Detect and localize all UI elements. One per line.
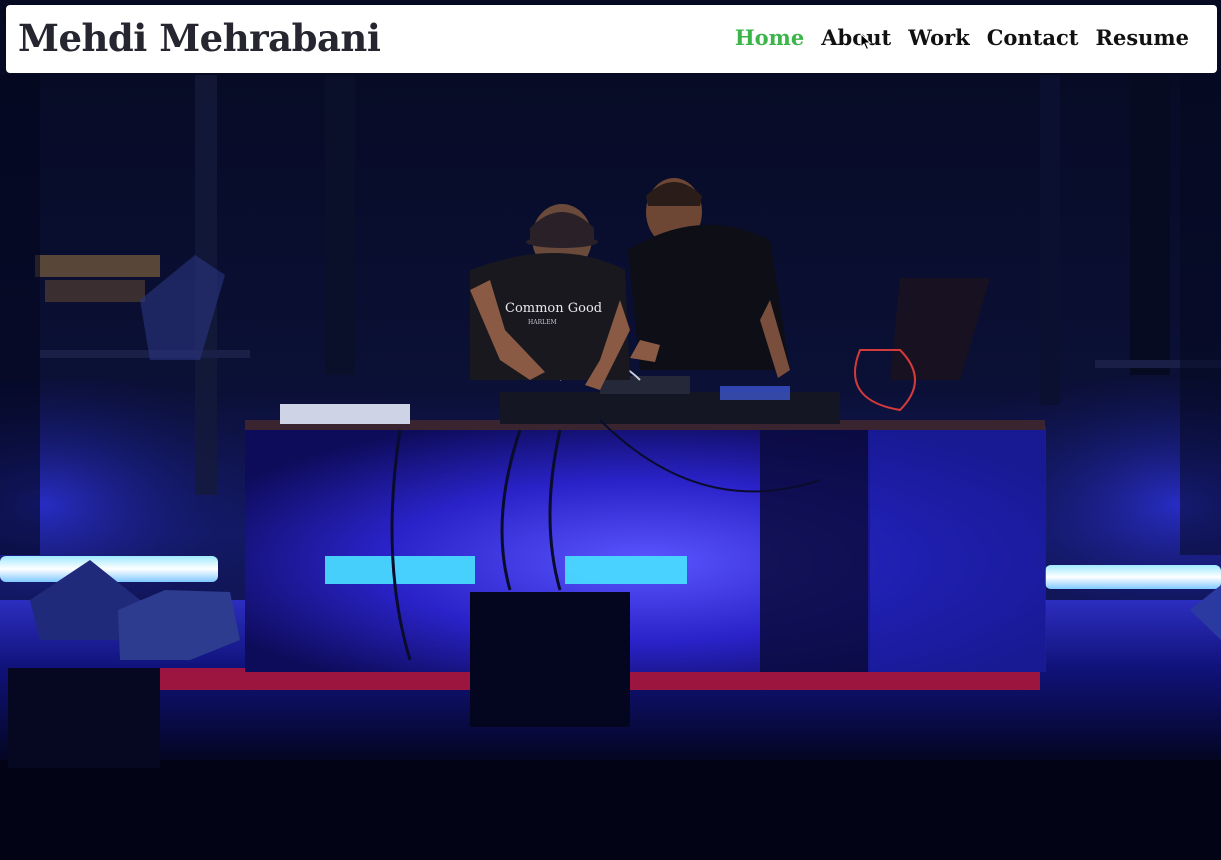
- shirt-print-subtext: HARLEM: [528, 319, 557, 326]
- nav-list: Home About Work Contact Resume: [735, 23, 1189, 53]
- hero-background-image: Common Good HARLEM: [0, 0, 1221, 860]
- nav-item-resume: Resume: [1096, 23, 1190, 53]
- nav-link-resume[interactable]: Resume: [1096, 25, 1190, 50]
- nav-item-contact: Contact: [987, 23, 1079, 53]
- nav-link-contact[interactable]: Contact: [987, 25, 1079, 50]
- site-navbar: Mehdi Mehrabani Home About Work Contact …: [6, 5, 1217, 73]
- nav-link-about[interactable]: About: [821, 25, 891, 50]
- nav-item-work: Work: [908, 23, 970, 53]
- nav-item-home: Home: [735, 23, 804, 53]
- arrow-pointer-icon: [860, 33, 872, 51]
- site-brand-link[interactable]: Mehdi Mehrabani: [18, 16, 381, 60]
- shirt-print-text: Common Good: [505, 301, 602, 316]
- page: Common Good HARLEM Mehdi Mehrabani Home …: [0, 0, 1221, 860]
- nav-item-about: About: [821, 23, 891, 53]
- nav-link-home[interactable]: Home: [735, 25, 804, 50]
- nav-link-work[interactable]: Work: [908, 25, 970, 50]
